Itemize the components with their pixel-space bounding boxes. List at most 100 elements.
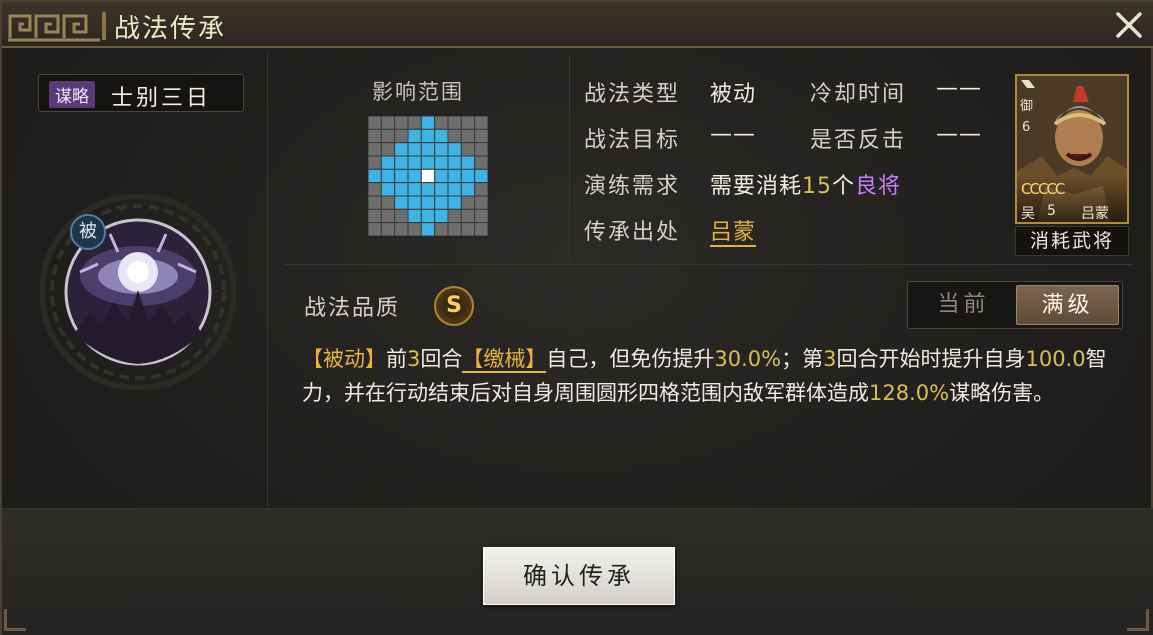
range-cell-active	[434, 168, 449, 184]
quality-label: 战法品质	[304, 296, 401, 321]
range-cell	[447, 208, 462, 224]
range-grid	[368, 116, 488, 236]
requirement-quality: 良将	[855, 174, 902, 199]
source-label: 传承出处	[584, 220, 681, 245]
desc-text: 自己，但免伤提升	[546, 347, 715, 371]
desc-text: ；第	[781, 347, 824, 371]
range-cell	[380, 128, 396, 144]
skill-type-label: 战法类型	[584, 82, 681, 107]
desc-text: 回合	[420, 347, 463, 371]
range-cell-active	[368, 168, 382, 184]
range-cell-active	[447, 142, 462, 157]
range-cell	[474, 116, 488, 130]
range-cell-active	[394, 182, 409, 197]
range-cell-active	[407, 195, 422, 210]
desc-text: 前	[386, 347, 407, 371]
range-cell	[460, 142, 476, 157]
source-general-link[interactable]: 吕蒙	[710, 220, 757, 247]
range-cell-active	[447, 182, 462, 197]
range-cell	[474, 142, 488, 157]
range-cell	[380, 208, 396, 224]
range-cell	[394, 222, 409, 236]
range-cell-active	[407, 155, 422, 170]
cooldown-label: 冷却时间	[810, 82, 907, 107]
desc-passive-tag: 【被动】	[302, 347, 386, 371]
general-cost-top: 6	[1022, 120, 1031, 135]
range-cell-active	[394, 142, 409, 157]
range-cell-active	[447, 168, 462, 184]
range-cell	[447, 222, 462, 236]
range-cell	[407, 222, 422, 236]
desc-text: 谋略伤害。	[949, 381, 1055, 405]
desc-number: 30.0%	[714, 347, 782, 371]
range-cell-active	[434, 128, 449, 144]
range-cell-active	[434, 142, 449, 157]
range-cell	[460, 195, 476, 210]
range-cell-active	[380, 168, 396, 184]
skill-description: 【被动】前3回合【缴械】自己，但免伤提升30.0%；第3回合开始时提升自身100…	[302, 342, 1132, 410]
range-cell	[368, 222, 382, 236]
range-cell-active	[394, 168, 409, 184]
range-cell	[380, 222, 396, 236]
passive-badge: 被	[70, 214, 106, 250]
range-cell	[460, 222, 476, 236]
window-title: 战法传承	[114, 14, 227, 44]
range-cell	[474, 195, 488, 210]
range-cell-active	[380, 155, 396, 170]
range-title: 影响范围	[372, 80, 464, 104]
skill-emblem-icon	[40, 194, 236, 390]
desc-number: 128.0%	[869, 381, 950, 405]
range-cell-active	[434, 195, 449, 210]
tab-max-level[interactable]: 满级	[1016, 285, 1119, 325]
general-card[interactable]: 御 6 CCCCC 吴 5 吕蒙	[1015, 74, 1129, 224]
range-cell	[447, 128, 462, 144]
desc-number: 3	[407, 347, 421, 371]
range-cell-active	[460, 168, 476, 184]
quality-grade-badge: S	[434, 286, 474, 326]
general-caption: 消耗武将	[1015, 226, 1129, 256]
confirm-inherit-button[interactable]: 确认传承	[483, 547, 675, 605]
desc-text: 回合开始时提升自身	[836, 347, 1026, 371]
range-cell-active	[407, 182, 422, 197]
desc-disarm-link[interactable]: 【缴械】	[462, 347, 547, 373]
corner-ornament	[1127, 609, 1149, 631]
inheritance-window: 战法传承 谋略 士别三日 被 影响范围 战法类型 被动 冷却时间 —— 战法目标	[0, 0, 1153, 635]
range-cell-active	[434, 155, 449, 170]
skill-name: 士别三日	[111, 86, 212, 111]
range-cell-active	[447, 195, 462, 210]
tab-current[interactable]: 当前	[912, 285, 1015, 325]
range-cell-active	[460, 155, 476, 170]
range-cell	[447, 116, 462, 130]
range-cell	[368, 142, 382, 157]
range-cell	[407, 116, 422, 130]
skill-target-label: 战法目标	[584, 128, 681, 153]
range-cell-active	[394, 195, 409, 210]
range-cell	[368, 155, 382, 170]
range-cell	[368, 116, 382, 130]
skill-title-box: 谋略 士别三日	[38, 74, 244, 112]
range-cell	[394, 208, 409, 224]
range-cell-active	[407, 208, 422, 224]
skill-target-value: ——	[710, 122, 756, 147]
range-cell-active	[380, 182, 396, 197]
desc-number: 100.0	[1025, 347, 1086, 371]
range-cell-active	[407, 168, 422, 184]
range-cell-active	[394, 155, 409, 170]
requirement-prefix: 需要消耗	[710, 174, 803, 199]
general-arms: 御	[1020, 99, 1034, 114]
range-cell	[460, 116, 476, 130]
counter-value: ——	[936, 122, 982, 147]
range-cell-active	[420, 195, 436, 210]
desc-number: 3	[823, 347, 837, 371]
close-icon[interactable]	[1113, 9, 1145, 41]
range-cell-active	[407, 142, 422, 157]
range-cell	[368, 208, 382, 224]
counter-label: 是否反击	[810, 128, 907, 153]
general-stars: CCCCC	[1021, 180, 1065, 198]
range-cell-active	[434, 182, 449, 197]
range-cell-active	[420, 116, 436, 130]
range-cell-active	[407, 128, 422, 144]
range-cell-active	[420, 128, 436, 144]
skill-type-value: 被动	[710, 82, 757, 107]
range-cell	[474, 208, 488, 224]
